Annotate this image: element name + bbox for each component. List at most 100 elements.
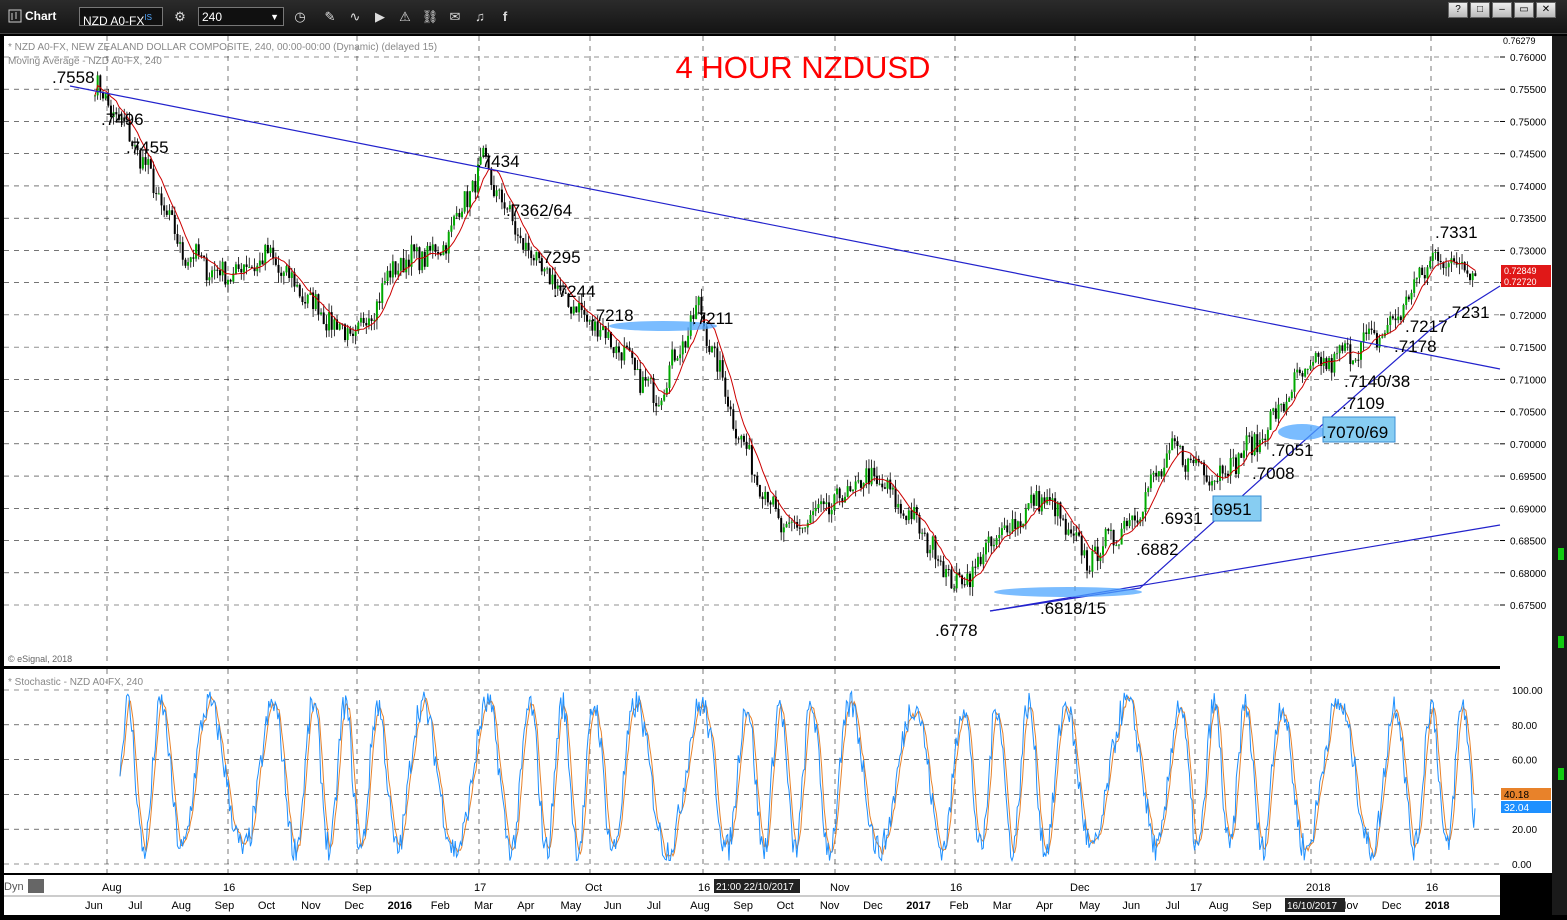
label-7140: .7140/38 xyxy=(1344,372,1410,391)
price-chart[interactable]: 0.76000 0.75500 0.75000 0.74500 0.74000 0.735… xyxy=(0,34,1567,915)
candle-body xyxy=(1410,292,1413,300)
candle-body xyxy=(434,244,437,252)
candle-body xyxy=(801,527,804,529)
candle-body xyxy=(1296,369,1299,373)
chart-title: 4 HOUR NZDUSD xyxy=(676,50,931,85)
candle-body xyxy=(671,349,674,366)
candle-body xyxy=(314,294,317,310)
candle-body xyxy=(413,244,416,252)
facebook-icon[interactable]: f xyxy=(495,7,515,27)
candle-body xyxy=(421,251,424,271)
candle-body xyxy=(907,510,910,521)
price-tick-label: 0.71000 xyxy=(1510,375,1547,386)
candle-body xyxy=(809,514,812,524)
price-tick-label: 0.67500 xyxy=(1510,601,1547,612)
candle-body xyxy=(453,216,456,226)
candle-body xyxy=(285,266,288,273)
candle-body xyxy=(1367,328,1370,334)
candle-body xyxy=(495,190,498,197)
candle-body xyxy=(179,242,182,244)
time-tick-lower: Jul xyxy=(647,900,661,912)
symbol-input[interactable]: NZD A0-FXIS xyxy=(79,7,163,28)
candle-body xyxy=(1107,529,1110,531)
dyn-label: Dyn xyxy=(4,881,24,893)
alert-icon[interactable]: ⚠ xyxy=(395,7,415,27)
comment-icon[interactable]: ✉ xyxy=(445,7,465,27)
restore-button[interactable]: ▭ xyxy=(1514,2,1534,18)
chart-window-icon xyxy=(8,9,22,23)
settings-icon[interactable]: ⚙ xyxy=(170,7,190,27)
candle-body xyxy=(229,279,232,282)
candle-body xyxy=(306,294,309,304)
stoch-tick-label: 80.00 xyxy=(1512,721,1537,732)
candle-body xyxy=(705,326,708,346)
candle-body xyxy=(394,261,397,275)
candle-body xyxy=(389,270,392,278)
candle-body xyxy=(937,559,940,561)
candle-body xyxy=(1003,525,1006,529)
minimize-button[interactable]: – xyxy=(1492,2,1512,18)
pencil-icon[interactable]: ✎ xyxy=(320,7,340,27)
scroll-marker-3 xyxy=(1558,768,1564,780)
candle-body xyxy=(1245,435,1248,451)
play-icon[interactable]: ▶ xyxy=(370,7,390,27)
candle-body xyxy=(945,569,948,578)
candle-body xyxy=(107,93,110,106)
candle-body xyxy=(772,496,775,505)
candle-body xyxy=(734,428,737,439)
candle-body xyxy=(708,345,711,353)
link-icon[interactable]: ⛓ xyxy=(420,7,440,27)
candle-body xyxy=(221,261,224,276)
help-button[interactable]: ? xyxy=(1448,2,1468,18)
candle-body xyxy=(381,283,384,303)
candle-body xyxy=(1147,488,1150,493)
candle-body xyxy=(830,510,833,515)
right-scrollbar[interactable] xyxy=(1552,36,1567,915)
time-tick-lower: May xyxy=(560,900,581,912)
candle-body xyxy=(859,480,862,488)
candle-body xyxy=(969,573,972,588)
candle-body xyxy=(1008,531,1011,533)
candle-body xyxy=(234,264,237,274)
time-tick-upper: 16 xyxy=(223,882,235,894)
candle-body xyxy=(298,284,301,297)
candle-body xyxy=(442,245,445,256)
candle-body xyxy=(854,481,857,490)
candle-body xyxy=(817,504,820,508)
candle-body xyxy=(461,211,464,218)
candle-body xyxy=(615,346,618,354)
candle-body xyxy=(1168,450,1171,454)
candle-body xyxy=(1394,318,1397,321)
label-6778: .6778 xyxy=(935,621,978,640)
candle-body xyxy=(328,312,331,331)
maximize-button[interactable]: □ xyxy=(1470,2,1490,18)
candle-body xyxy=(200,255,203,257)
candle-body xyxy=(149,159,152,169)
candle-body xyxy=(660,400,663,406)
candle-body xyxy=(612,347,615,354)
close-button[interactable]: ✕ xyxy=(1536,2,1556,18)
time-tick-lower: Sep xyxy=(1252,900,1272,912)
candle-body xyxy=(1237,453,1240,475)
clock-icon[interactable]: ◷ xyxy=(290,7,310,27)
candle-body xyxy=(1104,529,1107,547)
twitter-icon[interactable]: ♫ xyxy=(470,7,490,27)
chart-area[interactable]: 0.76000 0.75500 0.75000 0.74500 0.74000 0.735… xyxy=(0,34,1567,915)
candle-body xyxy=(269,247,272,254)
stoch-tick-label: 20.00 xyxy=(1512,825,1537,836)
candle-body xyxy=(785,523,788,528)
candle-body xyxy=(219,270,222,276)
candle-body xyxy=(1293,372,1296,392)
dyn-toggle-upper[interactable] xyxy=(28,879,44,893)
candle-body xyxy=(687,335,690,348)
time-tick-upper: Nov xyxy=(830,882,850,894)
highlight-6818 xyxy=(994,587,1142,597)
candle-body xyxy=(1266,429,1269,441)
candle-body xyxy=(405,259,408,273)
candle-body xyxy=(1466,270,1469,274)
interval-select[interactable]: 240 ▼ xyxy=(198,7,284,26)
price-tick-label: 0.76000 xyxy=(1510,53,1547,64)
curve-icon[interactable]: ∿ xyxy=(345,7,365,27)
candle-body xyxy=(1157,471,1160,477)
candle-body xyxy=(998,535,1001,539)
